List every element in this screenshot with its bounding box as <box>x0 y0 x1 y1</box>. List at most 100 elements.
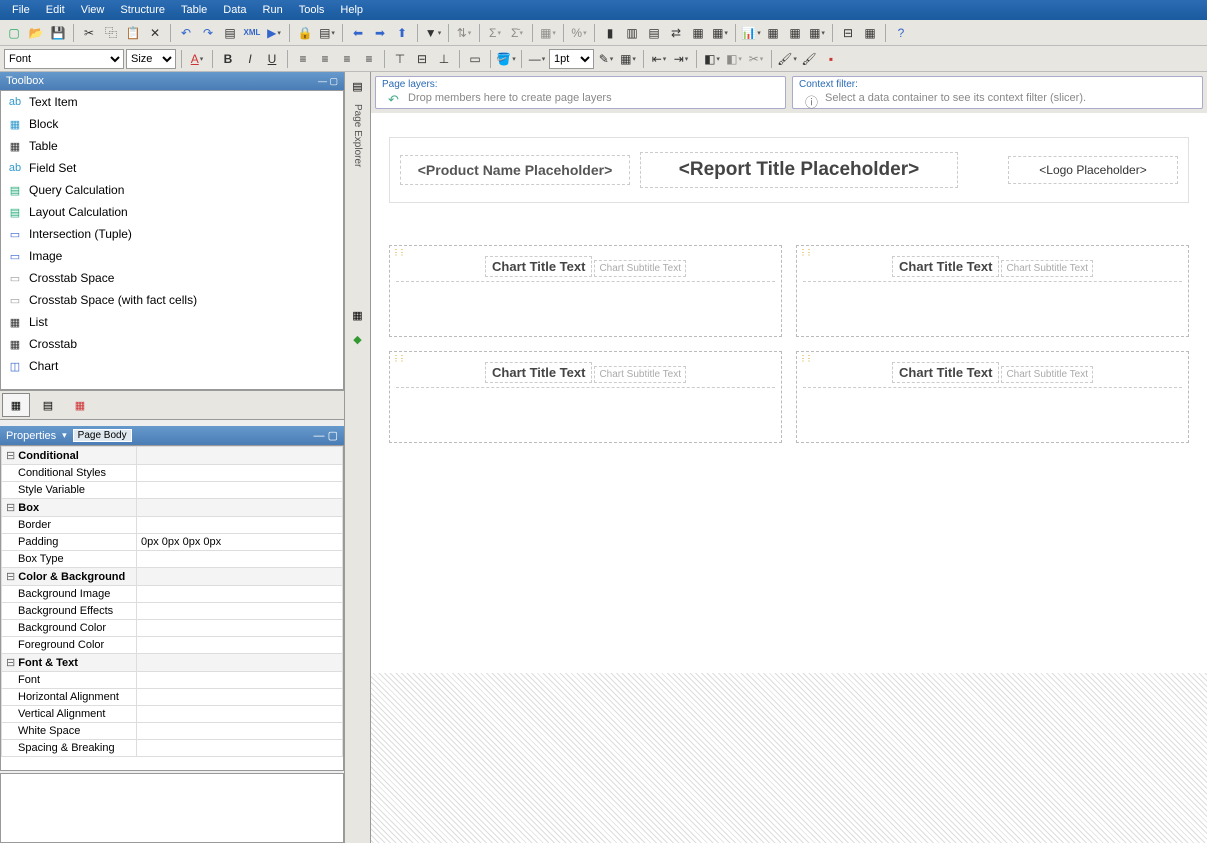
border-color-button[interactable]: ✎ <box>596 49 616 69</box>
delete-button[interactable]: ✕ <box>145 23 165 43</box>
prop-value[interactable] <box>137 740 343 757</box>
border-width-select[interactable]: 1pt <box>549 49 594 69</box>
run-button[interactable]: ▶ <box>264 23 284 43</box>
paste-button[interactable]: 📋 <box>123 23 143 43</box>
prop-value[interactable] <box>137 482 343 499</box>
toolbox-item[interactable]: ▦Crosstab <box>1 333 343 355</box>
chart-subtitle[interactable]: Chart Subtitle Text <box>1001 260 1093 277</box>
prop-value[interactable] <box>137 551 343 568</box>
repeater-button[interactable]: ▦ <box>785 23 805 43</box>
align-left-button[interactable]: ≡ <box>293 49 313 69</box>
brush2-button[interactable]: 🖌 <box>799 49 819 69</box>
prop-value[interactable] <box>137 637 343 654</box>
insert-row-button[interactable]: ▤ <box>644 23 664 43</box>
chart-title[interactable]: Chart Title Text <box>892 256 999 277</box>
toolbox-item[interactable]: ▭Intersection (Tuple) <box>1 223 343 245</box>
back-button[interactable]: ⬅ <box>348 23 368 43</box>
toolbox-item[interactable]: abText Item <box>1 91 343 113</box>
chart-container[interactable]: Chart Title TextChart Subtitle Text <box>796 351 1189 443</box>
aggregate-button[interactable]: Σ̄ <box>507 23 527 43</box>
menu-help[interactable]: Help <box>332 2 371 18</box>
prop-value[interactable] <box>137 517 343 534</box>
map-button[interactable]: ▦ <box>763 23 783 43</box>
prop-value[interactable]: 0px 0px 0px 0px <box>137 534 343 551</box>
prop-key[interactable]: Background Effects <box>2 603 137 620</box>
size-select[interactable]: Size <box>126 49 176 69</box>
prop-group-name[interactable]: Conditional <box>2 447 137 465</box>
prop-key[interactable]: Vertical Alignment <box>2 706 137 723</box>
prop-key[interactable]: White Space <box>2 723 137 740</box>
prop-key[interactable]: Foreground Color <box>2 637 137 654</box>
page-explorer-icon[interactable]: ▤ <box>348 76 368 96</box>
report-title-placeholder[interactable]: <Report Title Placeholder> <box>640 152 958 188</box>
filter-button[interactable]: ▼ <box>423 23 443 43</box>
prop-value[interactable] <box>137 465 343 482</box>
chart-subtitle[interactable]: Chart Subtitle Text <box>1001 366 1093 383</box>
menu-view[interactable]: View <box>73 2 113 18</box>
cut-style-button[interactable]: ✂ <box>746 49 766 69</box>
toolbox-item[interactable]: abField Set <box>1 157 343 179</box>
condition-explorer-icon[interactable]: ◆ <box>348 329 368 349</box>
query-explorer-icon[interactable]: ▦ <box>348 305 368 325</box>
align-justify-button[interactable]: ≡ <box>359 49 379 69</box>
xml-button[interactable]: XML <box>242 23 262 43</box>
menu-edit[interactable]: Edit <box>38 2 73 18</box>
prop-key[interactable]: Background Color <box>2 620 137 637</box>
toolbox-item[interactable]: ▦Block <box>1 113 343 135</box>
forward-button[interactable]: ➡ <box>370 23 390 43</box>
headers2-button[interactable]: ▦ <box>688 23 708 43</box>
toolbox-item[interactable]: ▦Table <box>1 135 343 157</box>
cond-style-button[interactable]: ◧ <box>724 49 744 69</box>
chart-placeholder[interactable] <box>396 282 775 330</box>
toolbox-item[interactable]: ▤Layout Calculation <box>1 201 343 223</box>
tab-data-items[interactable]: ▤ <box>34 393 62 417</box>
border-style-button[interactable]: — <box>527 49 547 69</box>
prop-group-name[interactable]: Color & Background <box>2 568 137 586</box>
chart-subtitle[interactable]: Chart Subtitle Text <box>594 260 686 277</box>
align-right-button[interactable]: ≡ <box>337 49 357 69</box>
swap-button[interactable]: ⇄ <box>666 23 686 43</box>
prop-key[interactable]: Horizontal Alignment <box>2 689 137 706</box>
menu-structure[interactable]: Structure <box>112 2 173 18</box>
help-button[interactable]: ? <box>891 23 911 43</box>
toolbox-item[interactable]: ◫Chart <box>1 355 343 377</box>
underline-button[interactable]: U <box>262 49 282 69</box>
toolbox-item[interactable]: ▭Image <box>1 245 343 267</box>
toolbox-item[interactable]: ▭Crosstab Space <box>1 267 343 289</box>
prop-key[interactable]: Padding <box>2 534 137 551</box>
merge-button[interactable]: ▭ <box>465 49 485 69</box>
pivot-button[interactable]: ▮ <box>600 23 620 43</box>
sort-button[interactable]: ⇅ <box>454 23 474 43</box>
product-name-placeholder[interactable]: <Product Name Placeholder> <box>400 155 630 185</box>
style-button[interactable]: ◧ <box>702 49 722 69</box>
new-button[interactable]: ▢ <box>4 23 24 43</box>
toolbox-minimize-icon[interactable]: — ▢ <box>318 76 338 87</box>
up-button[interactable]: ⬆ <box>392 23 412 43</box>
chart-placeholder[interactable] <box>803 282 1182 330</box>
prop-group-name[interactable]: Font & Text <box>2 654 137 672</box>
report-page[interactable]: <Product Name Placeholder> <Report Title… <box>371 113 1207 673</box>
table-button[interactable]: ▦ <box>807 23 827 43</box>
chart-title[interactable]: Chart Title Text <box>485 256 592 277</box>
chart-button[interactable]: 📊 <box>741 23 761 43</box>
prop-key[interactable]: Style Variable <box>2 482 137 499</box>
prop-value[interactable] <box>137 672 343 689</box>
calc-button[interactable]: % <box>569 23 589 43</box>
properties-context[interactable]: Page Body <box>73 429 132 442</box>
toolbox-item[interactable]: ▤Query Calculation <box>1 179 343 201</box>
save-button[interactable]: 💾 <box>48 23 68 43</box>
report-header-block[interactable]: <Product Name Placeholder> <Report Title… <box>389 137 1189 203</box>
validate-button[interactable]: ▤ <box>220 23 240 43</box>
prop-key[interactable]: Spacing & Breaking <box>2 740 137 757</box>
chart-container[interactable]: Chart Title TextChart Subtitle Text <box>796 245 1189 337</box>
valign-bottom-button[interactable]: ⊥ <box>434 49 454 69</box>
menu-tools[interactable]: Tools <box>291 2 333 18</box>
summarize-button[interactable]: Σ <box>485 23 505 43</box>
tab-insertable[interactable]: ▦ <box>2 393 30 417</box>
prop-value[interactable] <box>137 586 343 603</box>
undo-button[interactable]: ↶ <box>176 23 196 43</box>
menu-table[interactable]: Table <box>173 2 215 18</box>
chart-placeholder[interactable] <box>803 388 1182 436</box>
chart-placeholder[interactable] <box>396 388 775 436</box>
page-layers-dropzone[interactable]: Page layers: Drop members here to create… <box>375 76 786 109</box>
